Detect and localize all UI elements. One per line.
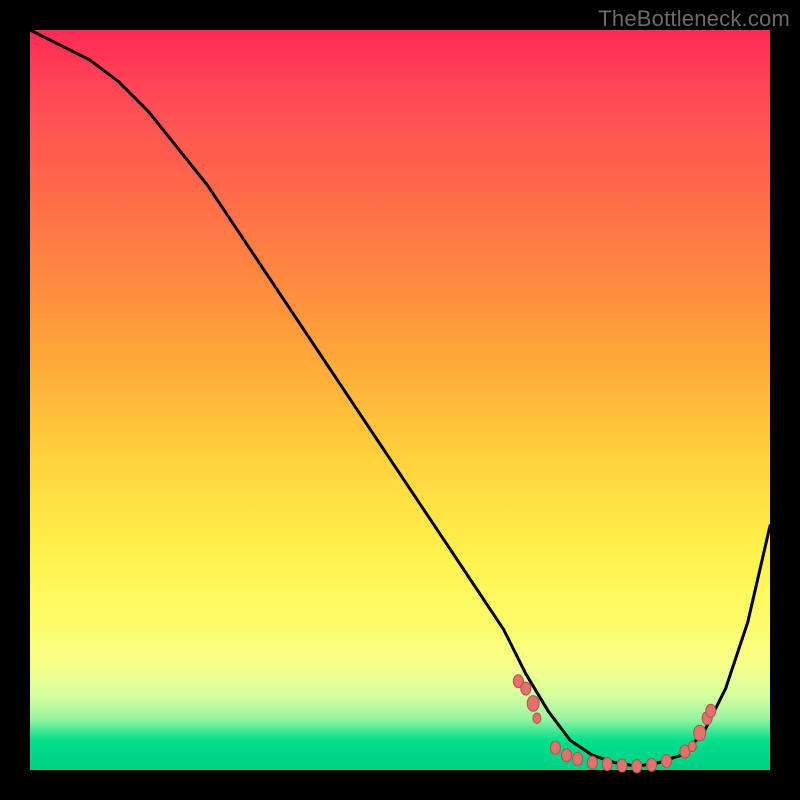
marker-dot xyxy=(694,725,706,741)
marker-dot xyxy=(632,760,642,773)
chart-svg xyxy=(30,30,770,770)
marker-dot xyxy=(521,682,531,695)
plot-area xyxy=(30,30,770,770)
marker-dot xyxy=(550,741,560,754)
bottleneck-curve-path xyxy=(30,30,770,766)
marker-dot xyxy=(647,758,657,771)
marker-dot xyxy=(533,713,541,723)
marker-dot xyxy=(573,752,583,765)
marker-dot xyxy=(587,756,597,769)
marker-dot xyxy=(602,758,612,771)
optimal-zone-markers xyxy=(513,675,715,773)
watermark-text: TheBottleneck.com xyxy=(598,6,790,32)
marker-dot xyxy=(527,696,539,712)
marker-dot xyxy=(706,704,716,717)
chart-frame: TheBottleneck.com xyxy=(0,0,800,800)
marker-dot xyxy=(617,759,627,772)
marker-dot xyxy=(661,755,671,768)
marker-dot xyxy=(562,749,572,762)
marker-dot xyxy=(688,741,696,751)
